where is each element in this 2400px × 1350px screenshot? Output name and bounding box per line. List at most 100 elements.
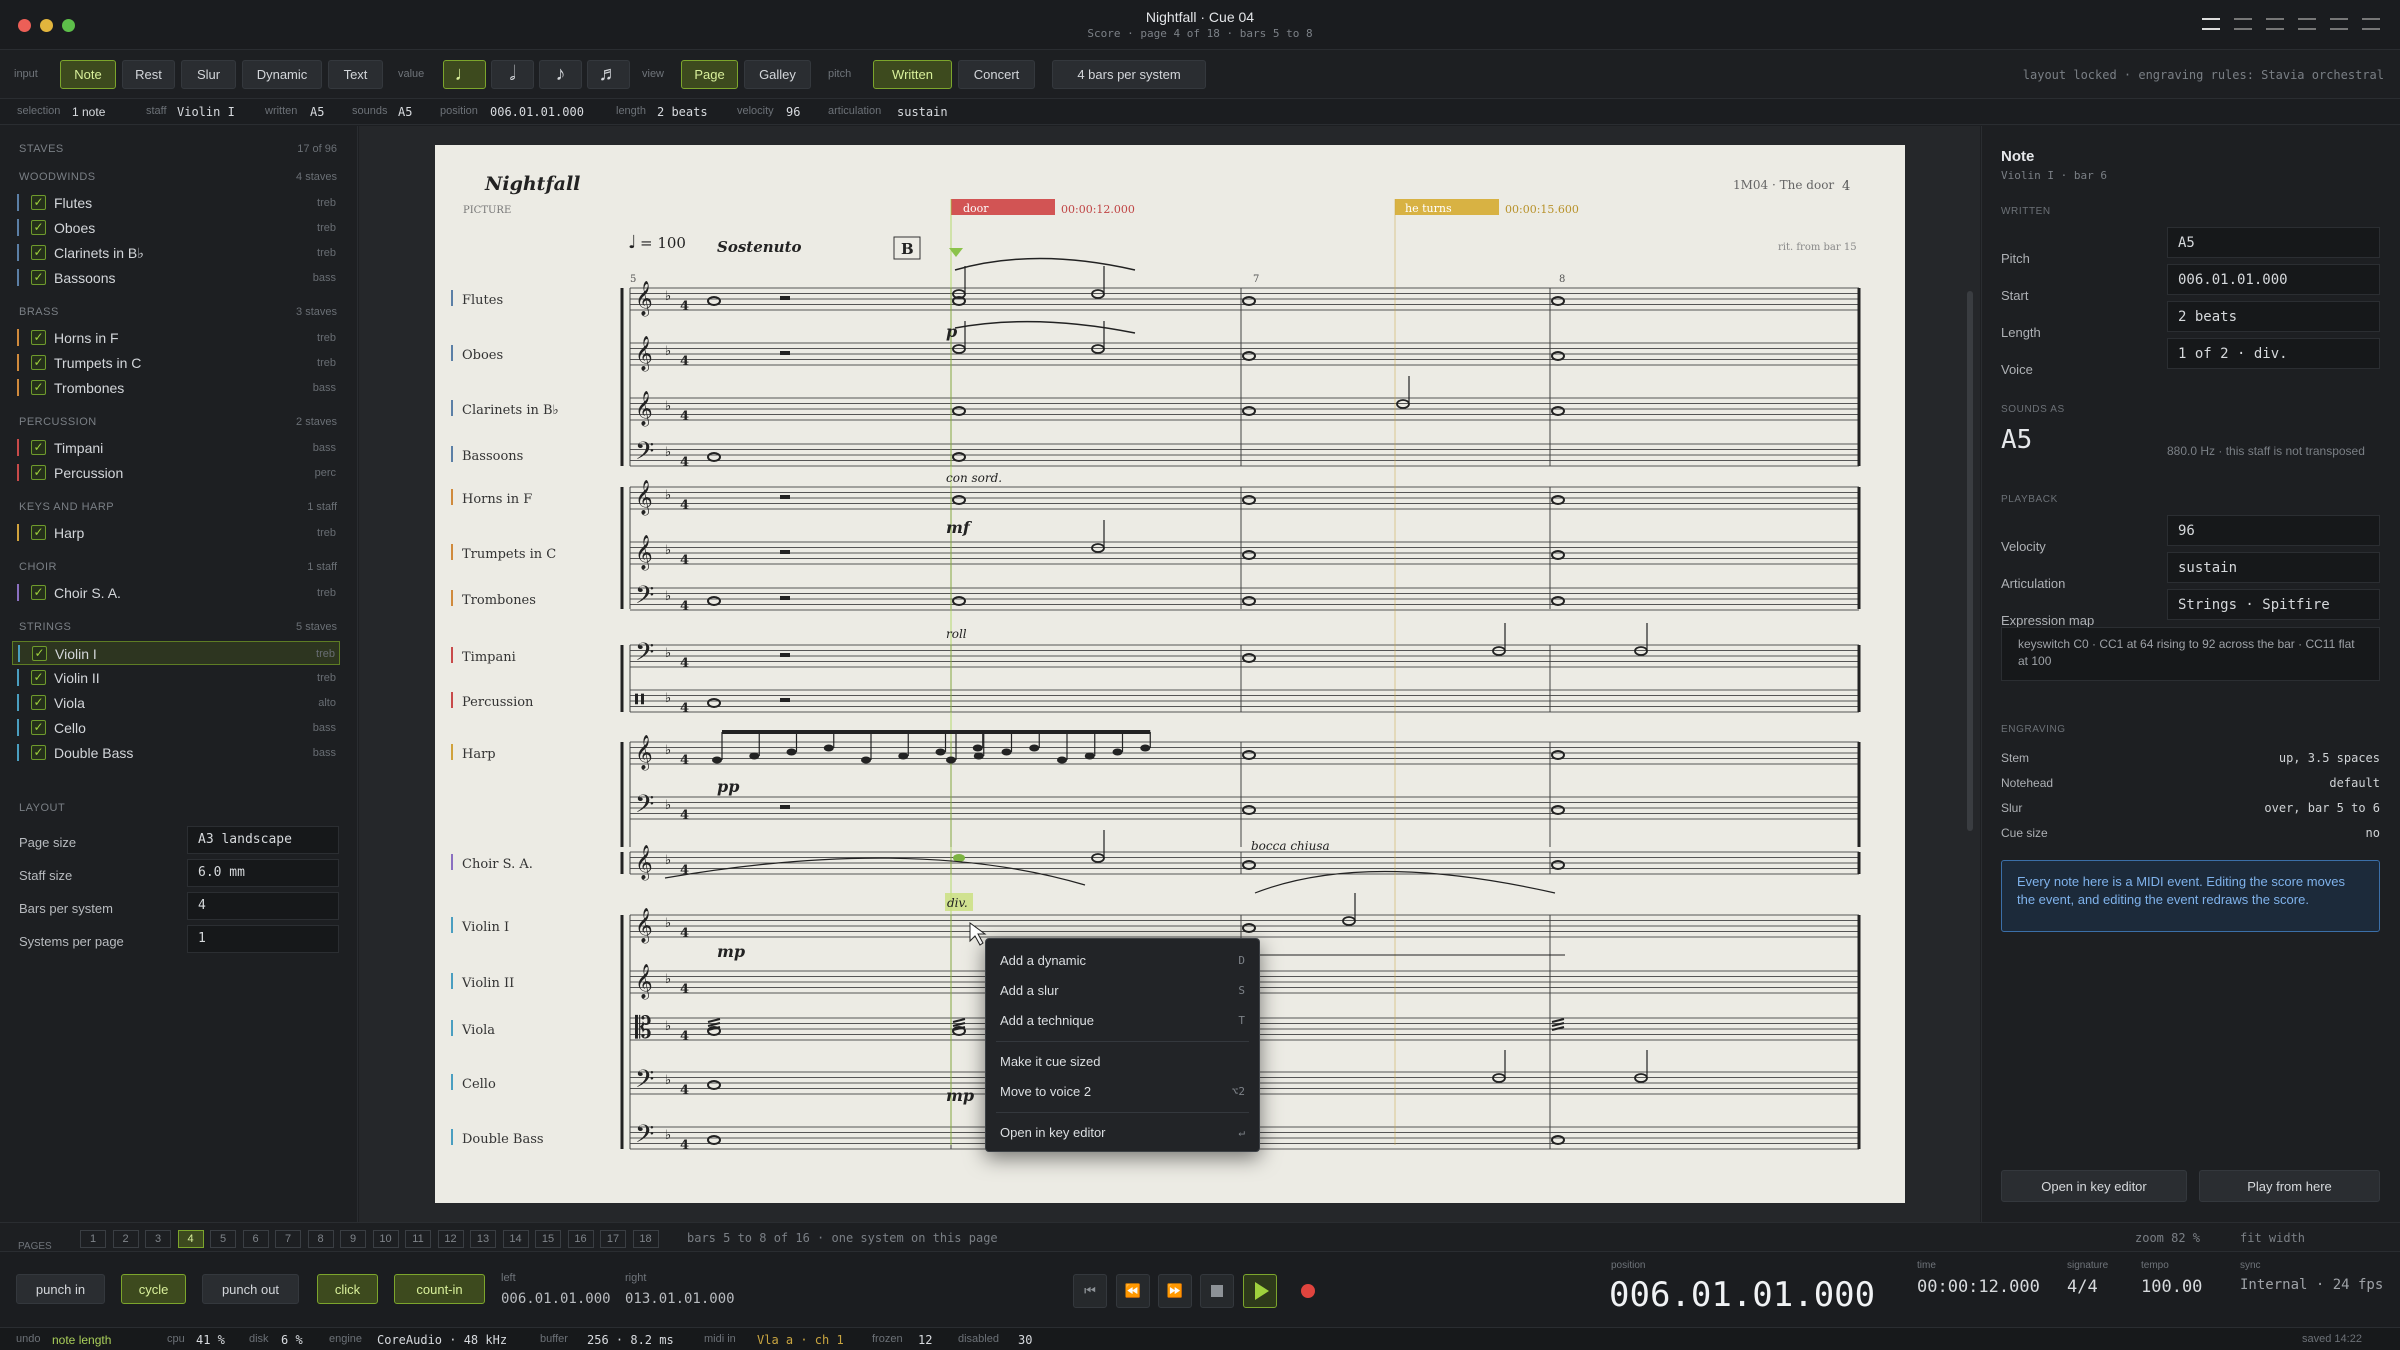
expression-map-field[interactable]: Strings · Spitfire: [2167, 589, 2380, 620]
input-text-button[interactable]: Text: [328, 60, 383, 89]
page-size-field[interactable]: A3 landscape: [187, 826, 339, 854]
staff-row-timpani[interactable]: ✓ Timpani bass: [12, 436, 340, 460]
checkbox[interactable]: ✓: [31, 380, 46, 395]
notehead-value[interactable]: default: [2329, 776, 2380, 790]
undo-value[interactable]: note length: [52, 1333, 111, 1347]
checkbox[interactable]: ✓: [31, 670, 46, 685]
technique-con-sord[interactable]: con sord.: [946, 471, 1002, 485]
instrument-label[interactable]: Oboes: [462, 348, 503, 363]
menu-cue-sized[interactable]: Make it cue sized: [1000, 1054, 1100, 1069]
pitch-concert-button[interactable]: Concert: [958, 60, 1035, 89]
technique-div[interactable]: div.: [947, 896, 968, 910]
slur-choir-2[interactable]: [1254, 870, 1556, 894]
page-button-13[interactable]: 13: [470, 1230, 496, 1248]
checkbox[interactable]: ✓: [31, 195, 46, 210]
value-eighth-button[interactable]: ♪: [539, 60, 582, 89]
note-head[interactable]: [1242, 351, 1256, 361]
pitch-written-button[interactable]: Written: [873, 60, 952, 89]
pitch-field[interactable]: A5: [2167, 227, 2380, 258]
technique-bocca-chiusa[interactable]: bocca chiusa: [1251, 839, 1330, 853]
velocity-field[interactable]: 96: [2167, 515, 2380, 546]
input-note-button[interactable]: Note: [60, 60, 116, 89]
go-to-start-button[interactable]: ⏮: [1073, 1274, 1107, 1308]
note-head[interactable]: [1551, 1135, 1565, 1145]
note-head[interactable]: [1551, 495, 1565, 505]
menu-add-technique[interactable]: Add a technique: [1000, 1013, 1094, 1028]
note-head[interactable]: [952, 495, 966, 505]
note-head[interactable]: [707, 296, 721, 306]
instrument-label[interactable]: Horns in F: [462, 492, 532, 507]
staff-row-harp[interactable]: ✓ Harp treb: [12, 521, 340, 545]
slur-value[interactable]: over, bar 5 to 6: [2264, 801, 2380, 815]
staff-row-oboes[interactable]: ✓ Oboes treb: [12, 216, 340, 240]
note-head[interactable]: [1242, 805, 1256, 815]
signature-display[interactable]: 4/4: [2067, 1277, 2098, 1297]
open-key-editor-button[interactable]: Open in key editor: [2001, 1170, 2187, 1202]
instrument-label[interactable]: Violin I: [461, 920, 509, 935]
layout-6-icon[interactable]: [2362, 18, 2380, 30]
note-head[interactable]: [1112, 748, 1123, 756]
instrument-label[interactable]: Choir S. A.: [462, 857, 533, 872]
note-head[interactable]: [952, 406, 966, 416]
note-head[interactable]: [952, 452, 966, 462]
staff-row-trombones[interactable]: ✓ Trombones bass: [12, 376, 340, 400]
note-head[interactable]: [1242, 406, 1256, 416]
note-head[interactable]: [1551, 860, 1565, 870]
note-head[interactable]: [1551, 550, 1565, 560]
page-button-2[interactable]: 2: [112, 1230, 139, 1248]
view-page-button[interactable]: Page: [681, 60, 738, 89]
page-button-14[interactable]: 14: [502, 1230, 529, 1248]
layout-3-icon[interactable]: [2266, 18, 2284, 30]
play-from-here-button[interactable]: Play from here: [2199, 1170, 2380, 1202]
instrument-label[interactable]: Timpani: [462, 650, 516, 665]
slur-flutes[interactable]: [954, 257, 1136, 271]
checkbox[interactable]: ✓: [31, 355, 46, 370]
input-slur-button[interactable]: Slur: [181, 60, 236, 89]
page-button-16[interactable]: 16: [567, 1230, 594, 1248]
staff-row-violin-1[interactable]: ✓ Violin I treb: [12, 641, 340, 665]
staff-row-viola[interactable]: ✓ Viola alto: [12, 691, 340, 715]
page-button-10[interactable]: 10: [372, 1230, 399, 1248]
note-head[interactable]: [1242, 550, 1256, 560]
slur-choir-1[interactable]: [664, 857, 1086, 886]
count-in-button[interactable]: count-in: [394, 1274, 485, 1304]
instrument-label[interactable]: Cello: [462, 1077, 496, 1092]
instrument-label[interactable]: Viola: [461, 1023, 495, 1038]
dynamic-mf[interactable]: mf: [946, 518, 973, 537]
note-head[interactable]: [946, 756, 956, 764]
page-button-1[interactable]: 1: [80, 1230, 106, 1248]
sync-display[interactable]: Internal · 24 fps: [2240, 1277, 2383, 1293]
note-head[interactable]: [1551, 406, 1565, 416]
checkbox[interactable]: ✓: [31, 525, 46, 540]
voice-field[interactable]: 1 of 2 · div.: [2167, 338, 2380, 369]
canvas-scrollbar[interactable]: [1967, 291, 1973, 831]
value-quarter-button[interactable]: ♩: [443, 60, 486, 89]
technique-roll[interactable]: roll: [946, 627, 967, 641]
instrument-label[interactable]: Flutes: [462, 293, 503, 308]
bars-per-system-select[interactable]: 4 bars per system: [1052, 60, 1206, 89]
instrument-label[interactable]: Bassoons: [462, 449, 523, 464]
note-head[interactable]: [1242, 750, 1256, 760]
note-head[interactable]: [786, 748, 797, 756]
staff-row-bassoons[interactable]: ✓ Bassoons bass: [12, 266, 340, 290]
page-button-17[interactable]: 17: [600, 1230, 626, 1248]
checkbox[interactable]: ✓: [31, 245, 46, 260]
bars-per-system-field[interactable]: 4: [187, 892, 339, 920]
note-head[interactable]: [973, 752, 984, 760]
page-button-12[interactable]: 12: [437, 1230, 464, 1248]
note-head[interactable]: [952, 596, 966, 606]
page-button-4[interactable]: 4: [177, 1230, 204, 1248]
note-head[interactable]: [1551, 351, 1565, 361]
layout-2-icon[interactable]: [2234, 18, 2252, 30]
note-head[interactable]: [1551, 805, 1565, 815]
page-button-7[interactable]: 7: [275, 1230, 301, 1248]
view-galley-button[interactable]: Galley: [744, 60, 811, 89]
note-head[interactable]: [1242, 495, 1256, 505]
page-button-5[interactable]: 5: [210, 1230, 236, 1248]
dynamic-pp[interactable]: pp: [717, 777, 739, 796]
note-head[interactable]: [749, 752, 760, 760]
dynamic-mp-cello[interactable]: mp: [946, 1086, 974, 1105]
note-head[interactable]: [861, 756, 871, 764]
stop-button[interactable]: [1200, 1274, 1234, 1308]
staff-row-choir[interactable]: ✓ Choir S. A. treb: [12, 581, 340, 605]
